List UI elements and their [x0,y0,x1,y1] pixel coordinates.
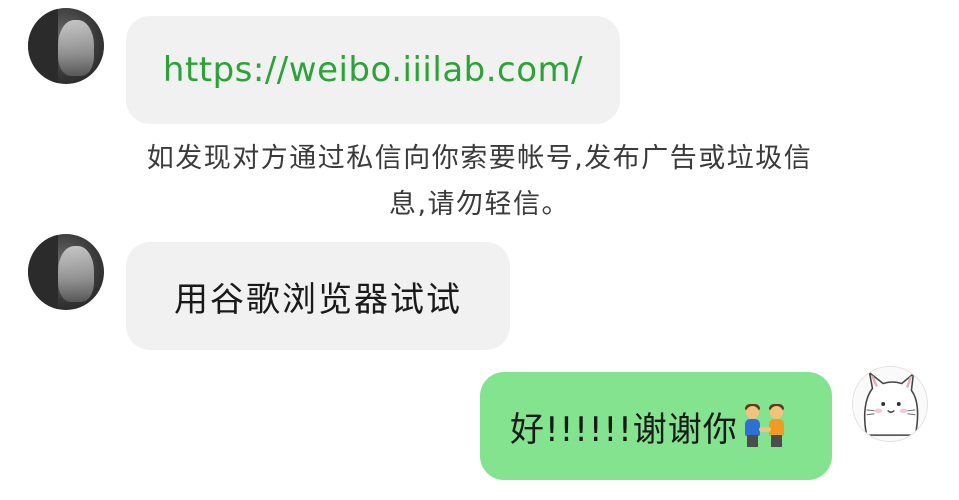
contact-avatar[interactable] [28,234,104,310]
photo-figure [58,20,94,76]
message-text: 用谷歌浏览器试试 [174,279,462,320]
outgoing-message-bubble[interactable]: 好!!!!!!谢谢你 [480,372,832,480]
message-text: 好!!!!!!谢谢你 [510,409,738,450]
notice-line-1: 如发现对方通过私信向你索要帐号,发布广告或垃圾信 [146,143,813,174]
security-notice: 如发现对方通过私信向你索要帐号,发布广告或垃圾信 息,请勿轻信。 [0,136,959,228]
notice-line-2: 息,请勿轻信。 [388,189,571,220]
photo-shade [28,8,58,84]
photo-shade [28,234,58,310]
photo-figure [58,246,94,302]
my-avatar[interactable] [852,366,928,442]
text-message-bubble[interactable]: 用谷歌浏览器试试 [126,242,510,350]
two-men-holding-hands-emoji [742,404,790,448]
cat-icon [863,372,919,436]
contact-avatar[interactable] [28,8,104,84]
link-message-bubble[interactable]: https://weibo.iiilab.com/ [126,16,620,124]
